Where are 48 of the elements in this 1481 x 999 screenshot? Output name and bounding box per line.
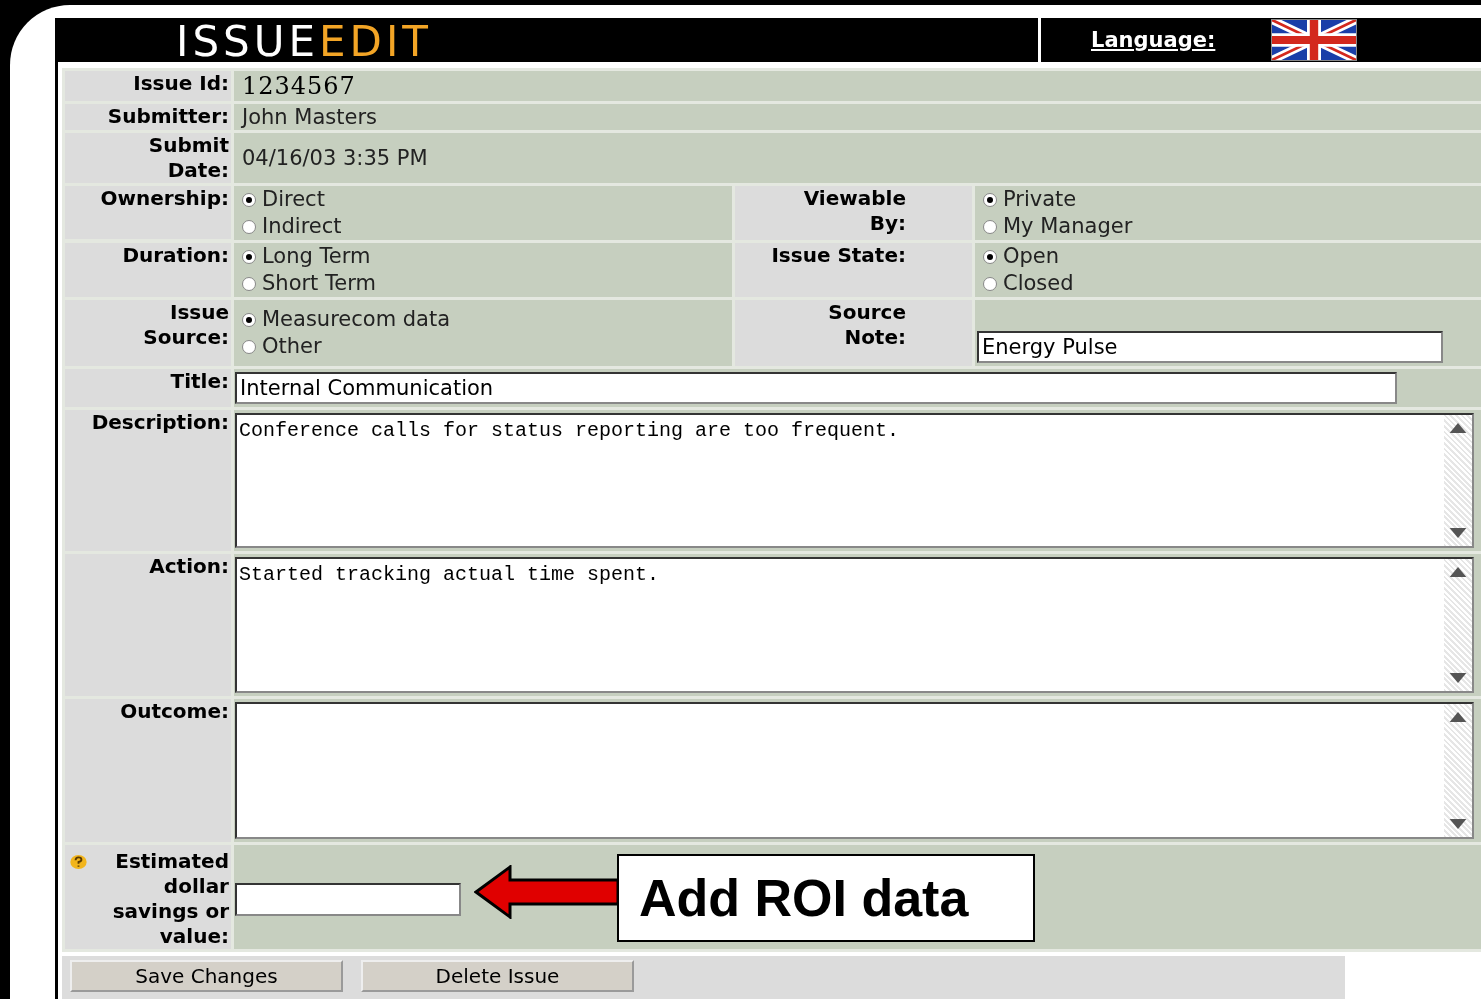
radio-button[interactable] bbox=[242, 249, 256, 264]
language-link[interactable]: Language: bbox=[1091, 28, 1271, 52]
field-label: Duration: bbox=[122, 243, 229, 267]
field-label: Ownership: bbox=[100, 186, 229, 210]
radio-button[interactable] bbox=[983, 249, 997, 264]
help-icon[interactable] bbox=[70, 855, 87, 869]
option-label: Open bbox=[1003, 243, 1060, 270]
app-title: ISSUE EDIT bbox=[176, 17, 433, 63]
arrow-icon bbox=[474, 865, 620, 919]
field-value: 04/16/03 3:35 PM bbox=[241, 146, 428, 170]
title-field[interactable]: Internal Communication bbox=[235, 372, 1397, 404]
field-label: Viewable By: bbox=[803, 186, 906, 235]
radio-button[interactable] bbox=[242, 276, 256, 291]
radio-button[interactable] bbox=[983, 192, 997, 207]
radio-button[interactable] bbox=[983, 219, 997, 234]
radio-button[interactable] bbox=[983, 276, 997, 291]
radio-button[interactable] bbox=[242, 339, 256, 354]
field-value: John Masters bbox=[240, 105, 377, 129]
field-label: Issue State: bbox=[771, 243, 906, 267]
callout-note: Add ROI data bbox=[617, 854, 1035, 942]
option-label: Private bbox=[1003, 186, 1077, 213]
field-label: Action: bbox=[149, 554, 229, 578]
field-label: Title: bbox=[170, 369, 229, 393]
field-label: Source Note: bbox=[828, 300, 906, 349]
option-label: Closed bbox=[1003, 270, 1074, 297]
option-label: Measurecom data bbox=[262, 306, 451, 333]
field-value: 1234567 bbox=[241, 72, 356, 100]
savings-field[interactable] bbox=[235, 883, 461, 916]
radio-button[interactable] bbox=[242, 219, 256, 234]
action-button[interactable]: Save Changes bbox=[70, 960, 343, 992]
field-label: Outcome: bbox=[120, 699, 229, 723]
option-label: Indirect bbox=[262, 213, 342, 240]
option-label: My Manager bbox=[1003, 213, 1133, 240]
radio-button[interactable] bbox=[242, 192, 256, 207]
option-label: Short Term bbox=[262, 270, 376, 297]
radio-button[interactable] bbox=[242, 312, 256, 327]
field-label: Issue Id: bbox=[133, 71, 229, 95]
field-label: Description: bbox=[91, 410, 229, 434]
field-label: Submitter: bbox=[107, 104, 229, 128]
field-label: Estimated dollar savings or value: bbox=[112, 849, 229, 948]
option-label: Other bbox=[262, 333, 322, 360]
field-label: Submit Date: bbox=[148, 133, 229, 182]
field-label: Issue Source: bbox=[143, 300, 229, 349]
flag-icon[interactable] bbox=[1271, 19, 1357, 61]
option-label: Direct bbox=[262, 186, 325, 213]
source-note-field[interactable]: Energy Pulse bbox=[977, 331, 1443, 363]
option-label: Long Term bbox=[262, 243, 371, 270]
action-button[interactable]: Delete Issue bbox=[361, 960, 634, 992]
